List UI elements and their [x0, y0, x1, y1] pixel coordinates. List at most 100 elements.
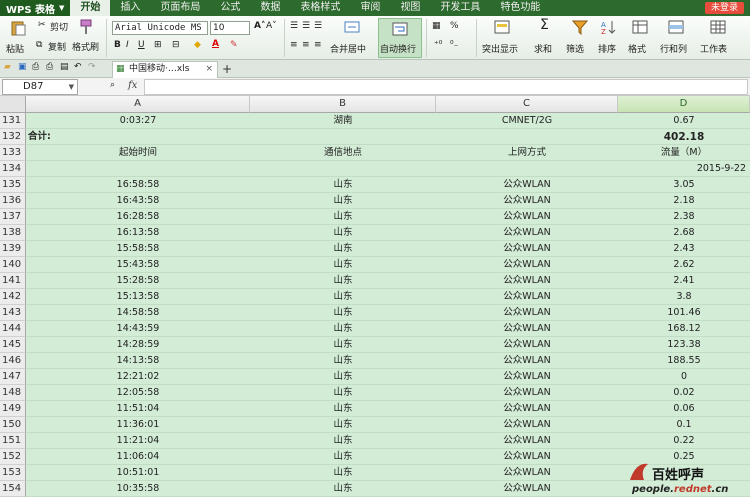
cell-d[interactable]: 0 — [618, 369, 750, 385]
sum-button[interactable]: 求和 — [534, 42, 552, 55]
print-preview-icon[interactable]: ⎙ — [32, 62, 39, 72]
filter-button[interactable]: 筛选 — [566, 42, 584, 55]
decrease-decimal-icon[interactable]: ⁰₋ — [450, 40, 458, 50]
align-right-icon[interactable]: ≡ — [314, 40, 322, 50]
cell-d[interactable]: 0.02 — [618, 385, 750, 401]
cell-d[interactable]: 188.55 — [618, 353, 750, 369]
cell-c[interactable]: 公众WLAN — [436, 177, 618, 193]
cell-a[interactable]: 10:51:01 — [26, 465, 250, 481]
row-header[interactable]: 148 — [0, 385, 26, 401]
cell-b[interactable]: 山东 — [250, 305, 436, 321]
menu-special[interactable]: 特色功能 — [490, 0, 550, 16]
menu-formulas[interactable]: 公式 — [210, 0, 250, 16]
cell-b[interactable]: 山东 — [250, 209, 436, 225]
row-header[interactable]: 138 — [0, 225, 26, 241]
cell-a[interactable]: 14:58:58 — [26, 305, 250, 321]
align-left-icon[interactable]: ≡ — [290, 40, 298, 50]
cell-a[interactable]: 16:13:58 — [26, 225, 250, 241]
highlight-icon[interactable] — [494, 19, 510, 35]
formula-input[interactable] — [144, 79, 748, 95]
cell-b[interactable] — [250, 161, 436, 177]
cell-b[interactable]: 通信地点 — [250, 145, 436, 161]
cell-c[interactable]: 公众WLAN — [436, 209, 618, 225]
format-painter-button[interactable]: 格式刷 — [72, 40, 99, 53]
filter-icon[interactable] — [572, 19, 588, 35]
cell-a[interactable]: 11:21:04 — [26, 433, 250, 449]
fx-icon[interactable]: fx — [128, 80, 137, 91]
menu-data[interactable]: 数据 — [250, 0, 290, 16]
merge-border-icon[interactable]: ⊟ — [172, 40, 180, 50]
font-size-select[interactable]: 10 — [210, 21, 250, 35]
grow-font-icon[interactable]: A˄ — [254, 21, 265, 31]
row-header[interactable]: 134 — [0, 161, 26, 177]
zoom-icon[interactable]: ⌕ — [110, 80, 115, 90]
cell-c[interactable]: 公众WLAN — [436, 353, 618, 369]
copy-button[interactable]: 复制 — [48, 40, 66, 53]
cell-b[interactable]: 山东 — [250, 417, 436, 433]
font-color-icon[interactable]: A — [212, 39, 219, 49]
column-header-d[interactable]: D — [618, 96, 750, 113]
close-icon[interactable]: × — [205, 62, 213, 77]
cell-d[interactable]: 0.67 — [618, 113, 750, 129]
cell-b[interactable]: 山东 — [250, 225, 436, 241]
cell-c[interactable]: 公众WLAN — [436, 449, 618, 465]
cell-a[interactable]: 15:43:58 — [26, 257, 250, 273]
cell-c[interactable]: 公众WLAN — [436, 433, 618, 449]
redo-icon[interactable]: ↷ — [88, 62, 96, 72]
cell-b[interactable] — [250, 129, 436, 145]
number-format-icon[interactable]: ▦ — [432, 21, 441, 31]
cell-a[interactable]: 16:43:58 — [26, 193, 250, 209]
cell-d[interactable]: 3.05 — [618, 177, 750, 193]
row-header[interactable]: 137 — [0, 209, 26, 225]
cell-c[interactable]: 公众WLAN — [436, 465, 618, 481]
cell-d[interactable]: 2.62 — [618, 257, 750, 273]
cell-c[interactable]: 公众WLAN — [436, 289, 618, 305]
row-header[interactable]: 154 — [0, 481, 26, 497]
rows-cols-button[interactable]: 行和列 — [660, 42, 687, 55]
menu-page-layout[interactable]: 页面布局 — [150, 0, 210, 16]
cell-b[interactable]: 山东 — [250, 337, 436, 353]
cell-d[interactable]: 0.06 — [618, 401, 750, 417]
cell-c[interactable]: 公众WLAN — [436, 273, 618, 289]
highlight-button[interactable]: 突出显示 — [482, 42, 518, 55]
cell-b[interactable]: 山东 — [250, 241, 436, 257]
undo-icon[interactable]: ↶ — [74, 62, 82, 72]
row-header[interactable]: 141 — [0, 273, 26, 289]
app-menu-button[interactable]: WPS 表格 ▼ — [0, 0, 71, 16]
cell-c[interactable] — [436, 161, 618, 177]
row-header[interactable]: 139 — [0, 241, 26, 257]
menu-review[interactable]: 审阅 — [350, 0, 390, 16]
preview-icon[interactable]: ▤ — [60, 62, 69, 72]
worksheet-button[interactable]: 工作表 — [700, 42, 727, 55]
cell-c[interactable]: 公众WLAN — [436, 193, 618, 209]
cell-d[interactable]: 402.18 — [618, 129, 750, 145]
sort-icon[interactable]: AZ — [600, 19, 616, 35]
fill-color-icon[interactable]: ◆ — [194, 40, 201, 50]
menu-table-style[interactable]: 表格样式 — [290, 0, 350, 16]
cell-a[interactable]: 起始时间 — [26, 145, 250, 161]
cell-b[interactable]: 山东 — [250, 433, 436, 449]
copy-icon[interactable]: ⧉ — [36, 40, 42, 50]
cell-c[interactable]: 公众WLAN — [436, 321, 618, 337]
cell-a[interactable]: 15:58:58 — [26, 241, 250, 257]
align-center-icon[interactable]: ≡ — [302, 40, 310, 50]
cell-d[interactable]: 0.22 — [618, 433, 750, 449]
cell-a[interactable]: 15:13:58 — [26, 289, 250, 305]
menu-developer[interactable]: 开发工具 — [430, 0, 490, 16]
format-icon[interactable] — [632, 19, 648, 35]
format-button[interactable]: 格式 — [628, 42, 646, 55]
menu-insert[interactable]: 插入 — [110, 0, 150, 16]
cell-d[interactable]: 2.38 — [618, 209, 750, 225]
cell-a[interactable]: 14:28:59 — [26, 337, 250, 353]
cell-b[interactable]: 山东 — [250, 289, 436, 305]
cell-b[interactable]: 山东 — [250, 177, 436, 193]
cell-a[interactable]: 16:58:58 — [26, 177, 250, 193]
cell-d[interactable]: 流量（M） — [618, 145, 750, 161]
cell-a[interactable]: 14:43:59 — [26, 321, 250, 337]
cell-c[interactable]: 公众WLAN — [436, 257, 618, 273]
row-header[interactable]: 143 — [0, 305, 26, 321]
login-button[interactable]: 未登录 — [704, 2, 744, 14]
select-all-corner[interactable] — [0, 96, 26, 113]
cell-b[interactable]: 山东 — [250, 401, 436, 417]
cell-c[interactable]: 公众WLAN — [436, 417, 618, 433]
